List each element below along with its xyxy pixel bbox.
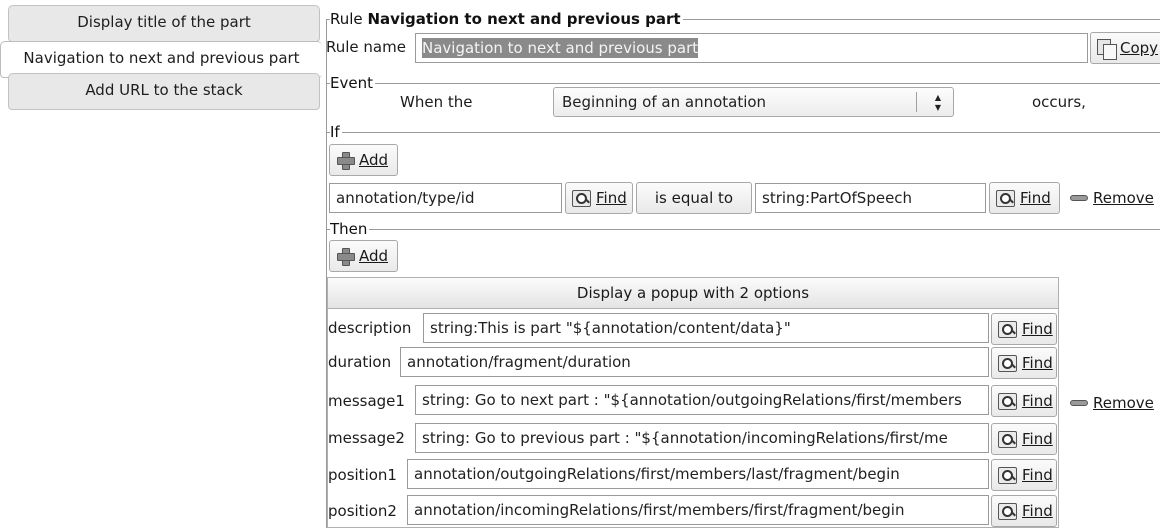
param-find-button[interactable]: Find (991, 347, 1057, 379)
find-label: Find (1022, 502, 1053, 520)
rule-name-field[interactable]: Navigation to next and previous part (415, 33, 1088, 63)
rule-editor-window: Display title of the part Navigation to … (0, 0, 1160, 528)
find-label: Find (1022, 354, 1053, 372)
param-name: position2 (328, 502, 397, 520)
param-value: annotation/fragment/duration (407, 353, 631, 371)
then-add-label: Add (359, 247, 389, 265)
param-value-field[interactable]: string:This is part "${annotation/conten… (423, 313, 989, 343)
find-label: Find (1022, 466, 1053, 484)
param-value-field[interactable]: annotation/fragment/duration (400, 347, 989, 377)
param-find-button[interactable]: Find (991, 459, 1057, 491)
rule-item-label: Display title of the part (77, 13, 251, 31)
action-title[interactable]: Display a popup with 2 options (328, 278, 1058, 309)
magnifier-icon (998, 354, 1017, 372)
param-name: message1 (328, 392, 405, 410)
then-add-button[interactable]: Add (329, 240, 398, 272)
param-value-field[interactable]: annotation/incomingRelations/first/membe… (407, 495, 989, 525)
param-value-field[interactable]: annotation/outgoingRelations/first/membe… (407, 459, 989, 489)
condition-right-value: string:PartOfSpeech (762, 189, 913, 207)
plus-icon (336, 151, 355, 170)
condition-left-field[interactable]: annotation/type/id (329, 183, 562, 213)
param-find-button[interactable]: Find (991, 313, 1057, 345)
when-label: When the (400, 93, 473, 111)
if-add-label: Add (359, 151, 389, 169)
find-label: Find (1020, 189, 1051, 207)
condition-right-find-button[interactable]: Find (989, 182, 1060, 214)
param-value-field[interactable]: string: Go to previous part : "${annotat… (415, 423, 989, 453)
rule-editor-panel: Rule Navigation to next and previous par… (322, 0, 1160, 528)
rule-item-add-url[interactable]: Add URL to the stack (8, 73, 320, 110)
operator-label: is equal to (654, 189, 734, 207)
magnifier-icon (998, 320, 1017, 338)
event-select[interactable]: Beginning of an annotation ▲ ▼ (553, 87, 954, 117)
magnifier-icon (998, 392, 1017, 410)
updown-arrow-icon: ▲ ▼ (934, 93, 941, 112)
copy-button[interactable]: Copy (1090, 32, 1160, 64)
condition-left-value: annotation/type/id (336, 189, 475, 207)
rule-title: Navigation to next and previous part (367, 10, 681, 28)
rule-list: Display title of the part Navigation to … (0, 0, 322, 528)
param-find-button[interactable]: Find (991, 385, 1057, 417)
rule-item-label: Navigation to next and previous part (23, 49, 300, 67)
event-select-value: Beginning of an annotation (562, 93, 767, 111)
rule-prefix: Rule (330, 10, 363, 28)
magnifier-icon (998, 466, 1017, 484)
magnifier-icon (996, 189, 1015, 207)
action-remove-button[interactable]: Remove (1063, 387, 1160, 419)
param-value: string: Go to next part : "${annotation/… (422, 391, 962, 409)
condition-left-find-button[interactable]: Find (565, 182, 633, 214)
param-value: annotation/incomingRelations/first/membe… (414, 501, 905, 519)
if-legend: If (330, 123, 342, 141)
param-value: annotation/outgoingRelations/first/membe… (414, 465, 900, 483)
rule-name-label: Rule name (326, 38, 406, 56)
remove-label: Remove (1093, 394, 1154, 412)
rule-item-display-title[interactable]: Display title of the part (8, 5, 320, 42)
rule-name-value: Navigation to next and previous part (422, 38, 699, 58)
find-label: Find (1022, 320, 1053, 338)
event-legend: Event (330, 74, 375, 92)
param-value: string:This is part "${annotation/conten… (430, 319, 791, 337)
copy-icon (1097, 38, 1117, 60)
param-value-field[interactable]: string: Go to next part : "${annotation/… (415, 385, 989, 415)
remove-label: Remove (1093, 189, 1154, 207)
param-name: description (328, 319, 412, 337)
param-name: position1 (328, 466, 397, 484)
plus-icon (336, 247, 355, 266)
find-label: Find (1022, 392, 1053, 410)
magnifier-icon (998, 502, 1017, 520)
rule-item-label: Add URL to the stack (85, 81, 243, 99)
operator-button[interactable]: is equal to (636, 182, 752, 214)
minus-icon (1070, 195, 1088, 201)
param-find-button[interactable]: Find (991, 423, 1057, 455)
find-label: Find (596, 189, 627, 207)
magnifier-icon (998, 430, 1017, 448)
param-name: duration (328, 353, 392, 371)
param-name: message2 (328, 429, 405, 447)
if-add-button[interactable]: Add (329, 144, 398, 176)
then-legend: Then (330, 220, 370, 238)
param-value: string: Go to previous part : "${annotat… (422, 429, 948, 447)
minus-icon (1070, 400, 1088, 406)
rule-group-legend: Rule Navigation to next and previous par… (330, 10, 683, 28)
condition-remove-button[interactable]: Remove (1063, 182, 1160, 214)
find-label: Find (1022, 430, 1053, 448)
magnifier-icon (572, 189, 591, 207)
param-find-button[interactable]: Find (991, 495, 1057, 527)
occurs-label: occurs, (1032, 93, 1086, 111)
copy-button-label: Copy (1120, 39, 1159, 57)
condition-right-field[interactable]: string:PartOfSpeech (755, 183, 986, 213)
